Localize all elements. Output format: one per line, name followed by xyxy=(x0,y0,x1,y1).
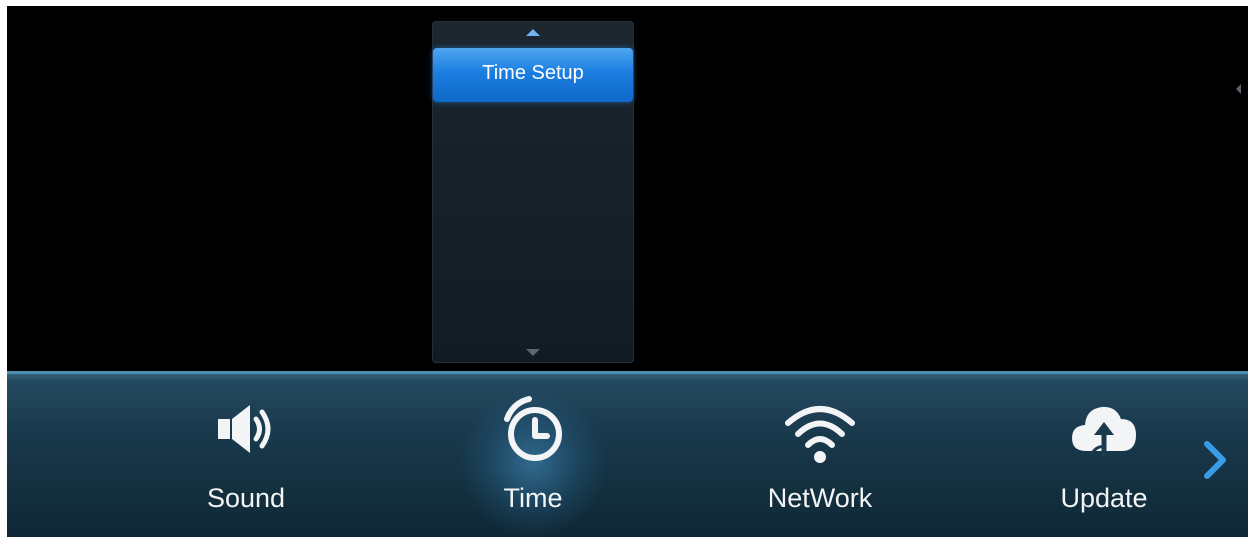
nav-item-time[interactable]: Time xyxy=(453,371,613,537)
nav-label-sound: Sound xyxy=(206,483,286,513)
nav-item-update[interactable]: Update xyxy=(1024,371,1184,537)
scroll-up-icon[interactable] xyxy=(526,29,540,36)
clock-icon xyxy=(504,396,562,461)
cloud-update-icon xyxy=(1072,406,1136,458)
side-panel-arrow-icon[interactable] xyxy=(1236,84,1241,94)
time-submenu: Time Setup xyxy=(432,21,634,363)
nav-item-network[interactable]: NetWork xyxy=(740,371,900,537)
nav-item-sound[interactable]: Sound xyxy=(166,371,326,537)
nav-label-update: Update xyxy=(1060,483,1148,513)
nav-label-time: Time xyxy=(503,483,563,513)
settings-nav-bar: Sound Time NetWork Update xyxy=(7,371,1248,537)
chevron-right-icon[interactable] xyxy=(1199,438,1231,482)
wifi-icon xyxy=(785,406,855,463)
nav-label-network: NetWork xyxy=(767,483,873,513)
tv-screen: Time Setup Sound Time NetWork Update xyxy=(7,6,1248,537)
submenu-item-time-setup[interactable]: Time Setup xyxy=(433,48,633,102)
scroll-down-icon[interactable] xyxy=(526,349,540,356)
speaker-icon xyxy=(218,405,271,453)
